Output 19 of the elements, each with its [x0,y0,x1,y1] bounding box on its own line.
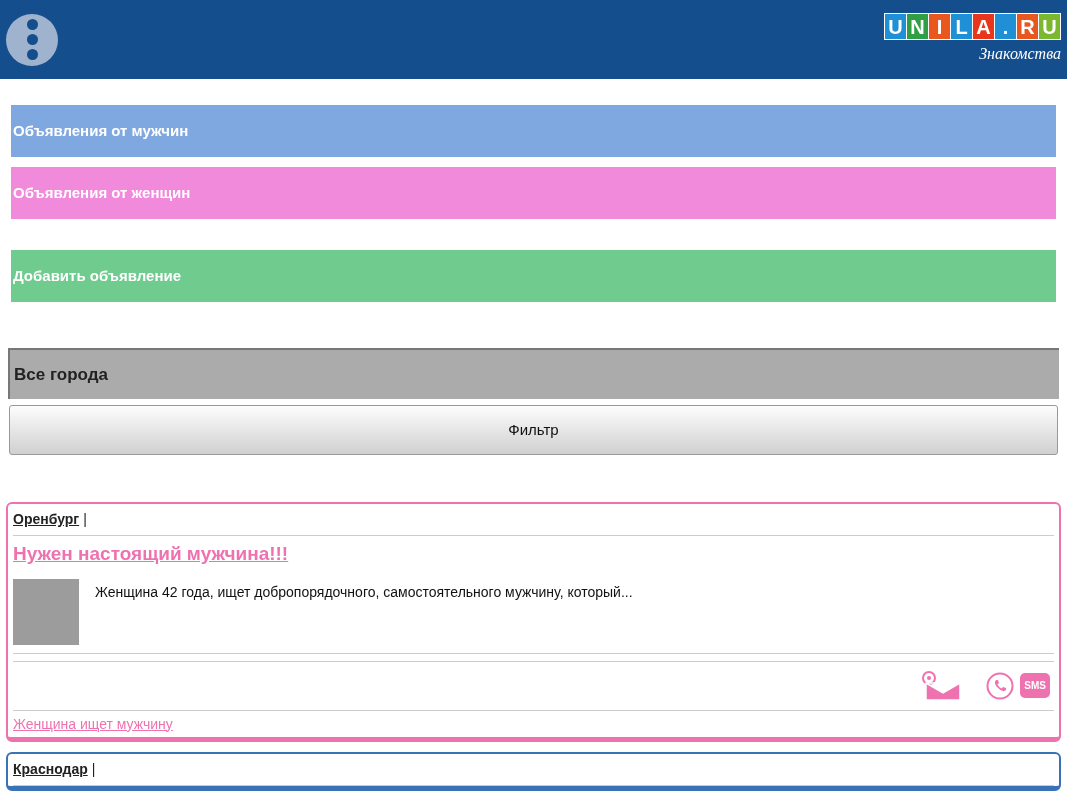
sms-button[interactable]: SMS [1020,673,1050,698]
add-listing-button[interactable]: Добавить объявление [11,250,1056,302]
menu-button[interactable] [6,13,58,66]
nav-button[interactable]: Объявления от мужчин [11,105,1056,157]
separator-text: | [83,510,87,529]
city-link[interactable]: Оренбург [13,509,80,530]
site-tagline: Знакомства [979,44,1061,64]
filter-button[interactable]: Фильтр [9,405,1058,455]
photo-placeholder [13,578,79,645]
phone-icon[interactable] [986,671,1015,700]
email-icon[interactable] [922,670,963,701]
site-logo[interactable]: U N I L A . R U [884,13,1061,40]
nav-button[interactable]: Объявления от женщин [11,167,1056,219]
city-select[interactable]: Все города [8,348,1059,399]
listing-title-link[interactable]: Нужен настоящий мужчина!!! [13,540,1054,569]
category-link[interactable]: Женщина ищет мужчину [13,711,1054,737]
listing-description: Женщина 42 года, ищет добропорядочного, самостоятельного мужчину, который... [95,582,633,602]
separator-text: | [91,759,96,779]
city-link[interactable]: Краснодар [13,758,88,780]
